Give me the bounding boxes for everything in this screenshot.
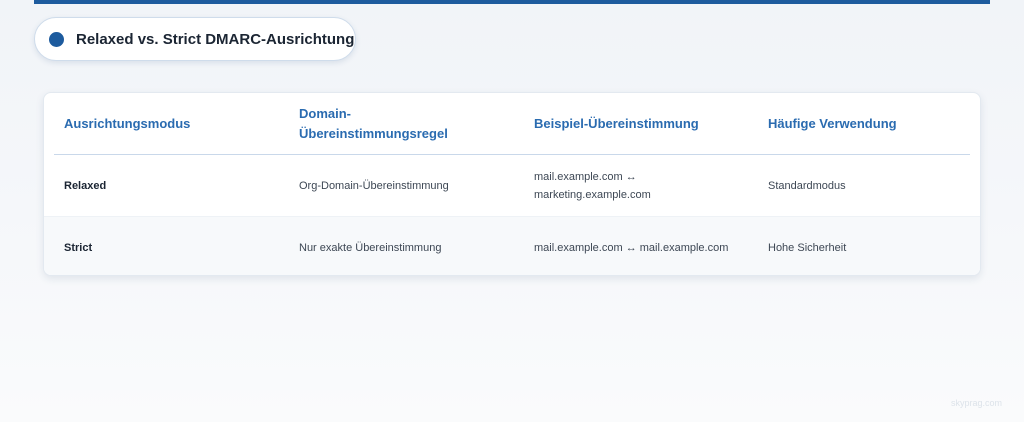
cell-example: mail.example.com ↔ mail.example.com bbox=[534, 241, 729, 254]
column-header-example: Beispiel-Übereinstimmung bbox=[534, 115, 699, 131]
comparison-table: Ausrichtungsmodus Domain-Übereinstimmung… bbox=[43, 92, 981, 276]
cell-mode: Relaxed bbox=[64, 179, 107, 192]
section-title-pill: Relaxed vs. Strict DMARC-Ausrichtung bbox=[34, 17, 356, 61]
cell-mode: Strict bbox=[64, 241, 93, 254]
column-header-usage: Häufige Verwendung bbox=[768, 115, 897, 131]
column-header-rule: Domain-Übereinstimmungsregel bbox=[299, 105, 448, 141]
cell-rule: Nur exakte Übereinstimmung bbox=[299, 241, 442, 254]
top-accent-bar bbox=[34, 0, 990, 4]
table-header-row: Ausrichtungsmodus Domain-Übereinstimmung… bbox=[54, 93, 970, 156]
column-header-mode: Ausrichtungsmodus bbox=[64, 115, 191, 131]
cell-usage: Hohe Sicherheit bbox=[768, 241, 847, 254]
title-bullet-icon bbox=[49, 31, 64, 47]
cell-rule: Org-Domain-Übereinstimmung bbox=[299, 179, 449, 192]
table-row: Relaxed Org-Domain-Übereinstimmung mail.… bbox=[44, 155, 980, 216]
section-title: Relaxed vs. Strict DMARC-Ausrichtung bbox=[76, 30, 355, 48]
cell-usage: Standardmodus bbox=[768, 179, 846, 192]
cell-example: mail.example.com ↔ marketing.example.com bbox=[534, 170, 651, 201]
table-row: Strict Nur exakte Übereinstimmung mail.e… bbox=[44, 216, 980, 275]
watermark: skyprag.com bbox=[950, 398, 1002, 408]
